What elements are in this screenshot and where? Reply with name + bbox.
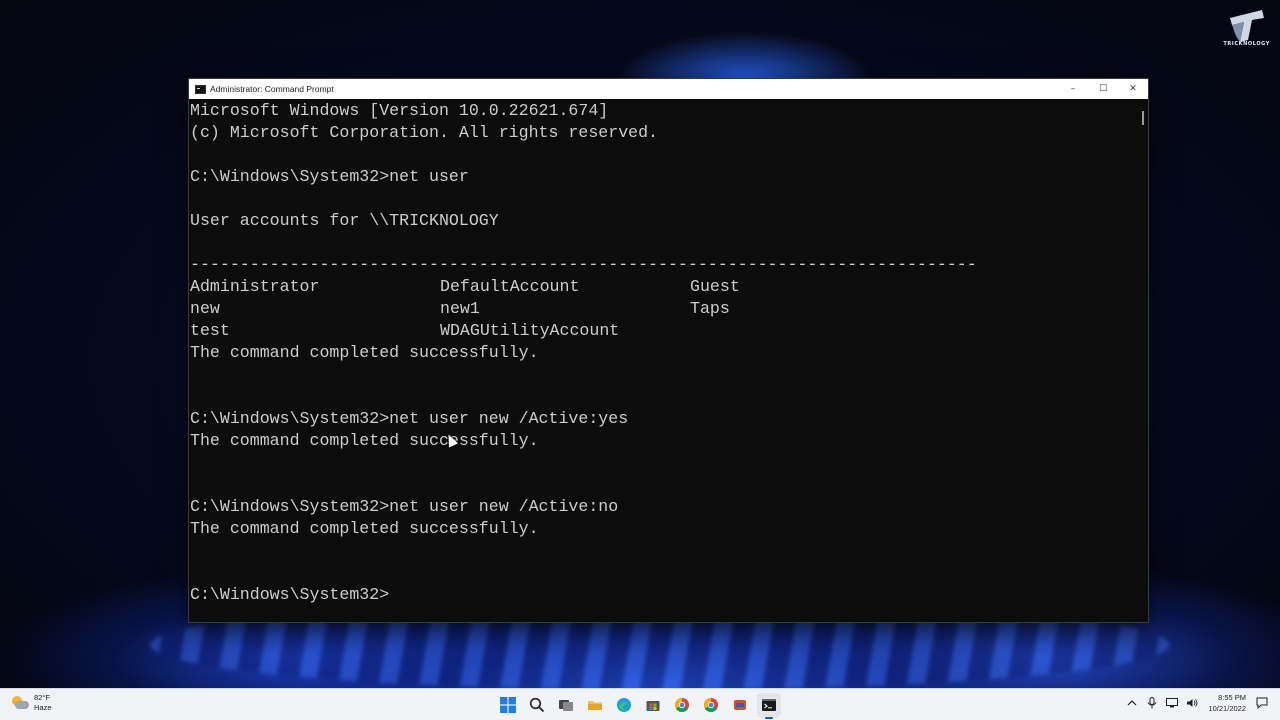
console-line: C:\Windows\System32>net user new /Active… — [190, 409, 629, 428]
console-line: User accounts for \\TRICKNOLOGY — [190, 211, 499, 230]
scroll-thumb[interactable] — [1142, 111, 1144, 125]
account-name: test — [190, 321, 230, 340]
window-title: Administrator: Command Prompt — [210, 84, 334, 94]
clock-time: 8:55 PM — [1218, 693, 1246, 702]
search-icon — [529, 697, 545, 713]
search-button[interactable] — [525, 693, 549, 717]
console-line: Microsoft Windows [Version 10.0.22621.67… — [190, 101, 609, 120]
file-explorer-icon — [588, 701, 602, 710]
window-controls: – ☐ ✕ — [1058, 79, 1148, 99]
title-bar[interactable]: Administrator: Command Prompt – ☐ ✕ — [189, 79, 1148, 99]
console-line: (c) Microsoft Corporation. All rights re… — [190, 123, 659, 142]
account-name: DefaultAccount — [440, 277, 580, 296]
weather-temperature: 82°F — [34, 693, 50, 702]
taskbar: 82°F Haze 8:55 PM 10/21/2022 — [0, 688, 1280, 720]
taskbar-apps — [496, 693, 786, 719]
start-button[interactable] — [496, 693, 520, 717]
edge-icon — [617, 698, 631, 712]
edge-button[interactable] — [612, 693, 636, 717]
weather-condition: Haze — [34, 703, 52, 712]
chevron-up-icon[interactable] — [1125, 696, 1139, 710]
scrollbar[interactable] — [1138, 99, 1148, 622]
terminal-button[interactable] — [757, 693, 781, 719]
console-line: The command completed successfully. — [190, 431, 539, 450]
terminal-icon — [762, 699, 776, 711]
notification-icon[interactable] — [1255, 696, 1269, 710]
app-button[interactable] — [728, 693, 752, 717]
system-tray: 8:55 PM 10/21/2022 — [1122, 692, 1272, 714]
command-prompt-window[interactable]: Administrator: Command Prompt – ☐ ✕ Micr… — [188, 78, 1149, 623]
close-button[interactable]: ✕ — [1118, 79, 1148, 99]
console-line: The command completed successfully. — [190, 343, 539, 362]
clock[interactable]: 8:55 PM 10/21/2022 — [1208, 692, 1246, 714]
start-icon — [500, 697, 516, 713]
console-icon — [195, 84, 206, 94]
account-name: Taps — [690, 299, 730, 318]
file-explorer-button[interactable] — [583, 693, 607, 717]
account-name: WDAGUtilityAccount — [440, 321, 620, 340]
account-row: Administrator DefaultAccount Guest — [190, 276, 1138, 298]
task-view-button[interactable] — [554, 693, 578, 717]
account-name: new — [190, 299, 220, 318]
chrome-button[interactable] — [670, 693, 694, 717]
chrome-button-2[interactable] — [699, 693, 723, 717]
minimize-button[interactable]: – — [1058, 79, 1088, 99]
volume-icon[interactable] — [1185, 696, 1199, 710]
account-row: new new1 Taps — [190, 298, 1138, 320]
store-button[interactable] — [641, 693, 665, 717]
chrome-icon — [704, 698, 718, 712]
console-line: ----------------------------------------… — [190, 255, 977, 274]
console-line: The command completed successfully. — [190, 519, 539, 538]
console-line: C:\Windows\System32>net user — [190, 167, 469, 186]
task-view-icon — [559, 700, 573, 711]
network-icon[interactable] — [1165, 696, 1179, 710]
store-icon — [646, 701, 660, 711]
app-icon — [734, 700, 746, 710]
console-line: C:\Windows\System32> — [190, 585, 390, 604]
partly-cloudy-icon — [10, 696, 30, 710]
account-name: Guest — [690, 277, 740, 296]
chrome-icon — [675, 698, 689, 712]
account-name — [690, 320, 940, 342]
clock-date: 10/21/2022 — [1208, 704, 1246, 713]
console-line: C:\Windows\System32>net user new /Active… — [190, 497, 619, 516]
maximize-button[interactable]: ☐ — [1088, 79, 1118, 99]
account-name: new1 — [440, 299, 480, 318]
account-name: Administrator — [190, 277, 320, 296]
watermark-text: TRICKNOLOGY — [1223, 41, 1270, 47]
console-output[interactable]: Microsoft Windows [Version 10.0.22621.67… — [189, 99, 1138, 622]
weather-widget[interactable]: 82°F Haze — [10, 693, 52, 713]
microphone-icon[interactable] — [1145, 696, 1159, 710]
account-row: test WDAGUtilityAccount — [190, 320, 1138, 342]
